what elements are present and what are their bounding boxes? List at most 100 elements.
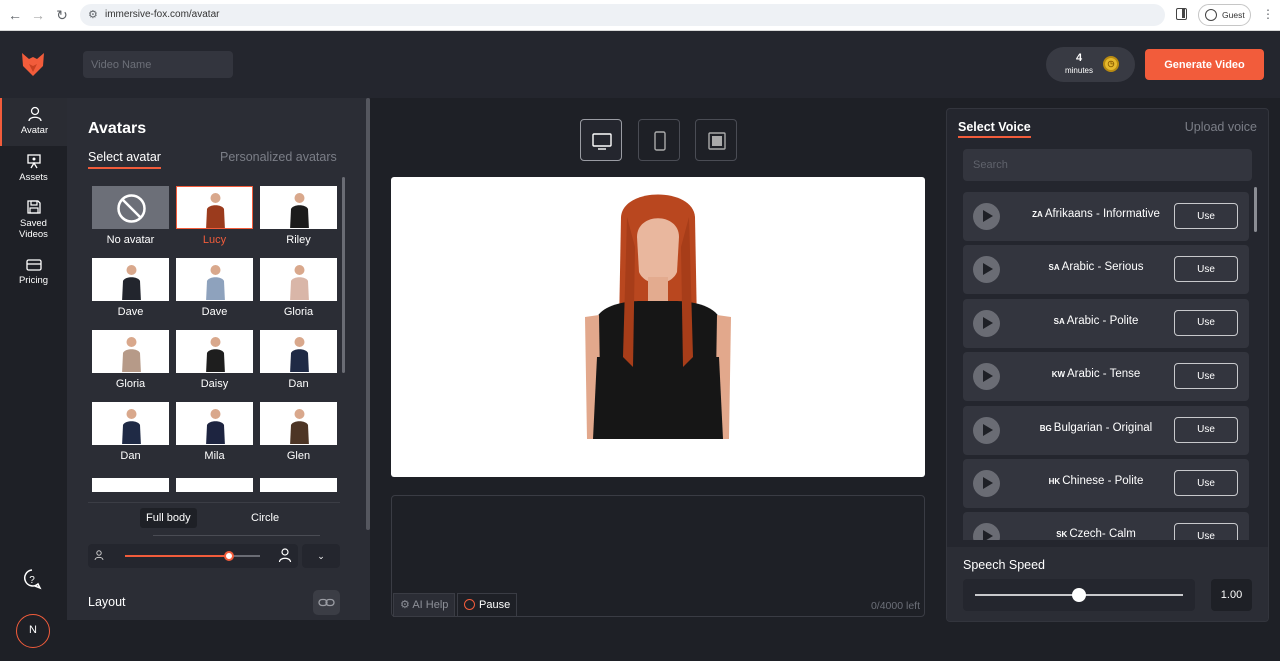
profile-button[interactable]: Guest [1198,4,1251,26]
slider-thumb[interactable] [224,551,234,561]
sidebar-item-pricing[interactable]: Pricing [0,258,67,286]
voice-name: ZAAfrikaans - Informative [1011,208,1181,220]
avatar-thumbnail [260,402,337,445]
ai-help-label: AI Help [412,599,448,611]
layout-link-button[interactable] [313,590,340,615]
play-icon[interactable] [973,310,1000,337]
more-menu-icon[interactable]: ⋮ [1262,7,1274,21]
use-voice-button[interactable]: Use [1174,203,1238,229]
generate-video-button[interactable]: Generate Video [1145,49,1264,80]
voice-list-scrollbar[interactable] [1254,187,1257,232]
play-icon[interactable] [973,523,1000,540]
avatar-card[interactable]: Riley [260,186,337,246]
voice-label: Czech- Calm [1069,528,1135,540]
voice-row[interactable]: SAArabic - PoliteUse [963,299,1249,348]
avatar-card[interactable]: Lucy [176,186,253,246]
address-bar[interactable]: ⚙ immersive-fox.com/avatar [80,4,1165,26]
voice-row[interactable]: HKChinese - PoliteUse [963,459,1249,508]
play-icon[interactable] [973,363,1000,390]
tab-upload-voice[interactable]: Upload voice [1185,120,1257,134]
pause-button[interactable]: Pause [457,593,517,617]
voice-list: ZAAfrikaans - InformativeUseSAArabic - S… [963,192,1253,540]
avatar-card[interactable]: Dave [176,258,253,318]
flag-code: ZA [1032,210,1043,219]
avatar-card[interactable]: Dave [92,258,169,318]
forward-icon[interactable]: → [29,6,47,24]
avatar-thumbnail [176,258,253,301]
help-chat-icon[interactable]: ? [21,568,43,590]
avatar-thumbnail [260,186,337,229]
voice-name: KWArabic - Tense [1011,368,1181,380]
avatar-card[interactable]: Gloria [260,258,337,318]
avatar-grid-next-row [92,478,342,492]
avatar-card[interactable]: Dan [92,402,169,462]
square-icon [707,131,727,151]
circle-option[interactable]: Circle [251,512,279,524]
reload-icon[interactable]: ↻ [53,6,71,24]
ai-help-button[interactable]: ⚙ AI Help [393,593,455,617]
fox-logo-icon[interactable] [20,51,46,77]
sidebar-item-saved-videos[interactable]: Saved Videos [0,199,67,240]
avatar-card[interactable]: Daisy [176,330,253,390]
voice-row[interactable]: SAArabic - SeriousUse [963,245,1249,294]
avatar-name: Dan [260,378,337,390]
play-icon[interactable] [973,256,1000,283]
minutes-balance[interactable]: 4 minutes ◷ [1046,47,1135,82]
use-voice-button[interactable]: Use [1174,470,1238,496]
video-name-input[interactable] [83,51,233,78]
avatar-card[interactable]: Gloria [92,330,169,390]
avatar-name: Gloria [260,306,337,318]
site-info-icon[interactable]: ⚙ [88,8,98,21]
voice-row[interactable]: BGBulgarian - OriginalUse [963,406,1249,455]
svg-text:?: ? [29,575,35,586]
play-icon[interactable] [973,417,1000,444]
speech-speed-control [963,579,1195,611]
script-textarea[interactable] [392,496,924,590]
full-body-option[interactable]: Full body [140,508,197,528]
voice-search-input[interactable] [963,149,1252,181]
back-icon[interactable]: ← [6,6,24,24]
avatar-name: Daisy [176,378,253,390]
user-avatar[interactable]: N [16,614,50,648]
browser-toolbar: ← → ↻ ⚙ immersive-fox.com/avatar Guest ⋮ [0,0,1280,31]
use-voice-button[interactable]: Use [1174,310,1238,336]
avatar-card[interactable]: Glen [260,402,337,462]
voice-row[interactable]: ZAAfrikaans - InformativeUse [963,192,1249,241]
avatar-card[interactable]: Dan [260,330,337,390]
panel-scrollbar[interactable] [366,98,370,530]
mobile-view-button[interactable] [638,119,680,161]
video-preview-canvas[interactable] [391,177,925,477]
assets-icon [26,153,42,169]
tab-personalized-avatars[interactable]: Personalized avatars [220,150,337,164]
voice-name: SAArabic - Serious [1011,261,1181,273]
desktop-view-button[interactable] [580,119,622,161]
speech-speed-value[interactable]: 1.00 [1211,579,1252,611]
url-text: immersive-fox.com/avatar [105,9,219,20]
play-icon[interactable] [973,203,1000,230]
side-panel-icon[interactable] [1176,8,1187,20]
avatar-grid-scrollbar[interactable] [342,177,345,373]
slider-thumb[interactable] [1072,588,1086,602]
use-voice-button[interactable]: Use [1174,256,1238,282]
avatar-size-slider[interactable] [125,555,260,557]
avatar-card[interactable]: Mila [176,402,253,462]
speech-speed-slider[interactable] [975,594,1183,596]
tab-select-avatar[interactable]: Select avatar [88,150,161,169]
use-voice-button[interactable]: Use [1174,417,1238,443]
minutes-label: minutes [1046,66,1112,75]
chevron-down-icon[interactable]: ⌄ [302,544,340,568]
small-person-icon [94,550,104,561]
use-voice-button[interactable]: Use [1174,523,1238,540]
sidebar-item-avatar[interactable]: Avatar [0,98,67,146]
voice-label: Arabic - Polite [1067,315,1139,327]
panel-title: Avatars [88,120,146,138]
voice-row[interactable]: KWArabic - TenseUse [963,352,1249,401]
voice-row[interactable]: SKCzech- CalmUse [963,512,1249,540]
play-icon[interactable] [973,470,1000,497]
sidebar-item-assets[interactable]: Assets [0,153,67,183]
square-view-button[interactable] [695,119,737,161]
tab-select-voice[interactable]: Select Voice [958,120,1031,138]
use-voice-button[interactable]: Use [1174,363,1238,389]
no-avatar-option[interactable]: No avatar [92,186,169,246]
avatar-thumbnail [92,330,169,373]
